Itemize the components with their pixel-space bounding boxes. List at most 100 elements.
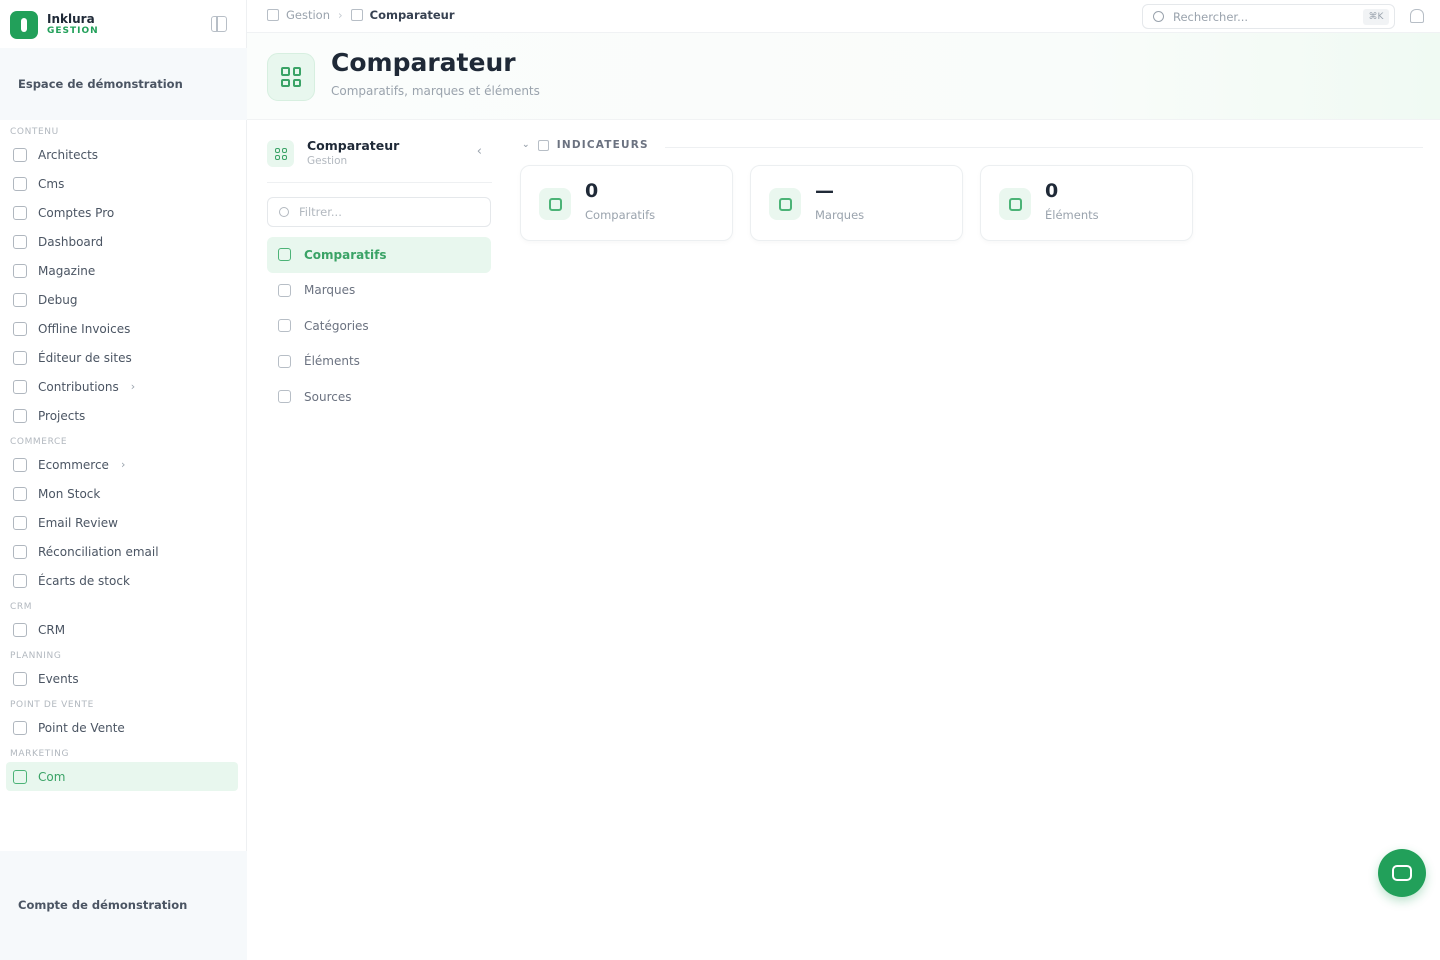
module-subtitle: Gestion bbox=[307, 155, 348, 167]
module-nav-label: Sources bbox=[304, 389, 352, 404]
sidebar-section-title: POINT DE VENTE bbox=[10, 700, 94, 710]
search-placeholder: Rechercher... bbox=[1173, 9, 1249, 24]
sidebar-item[interactable]: Contributions › bbox=[0, 372, 247, 401]
sidebar-item[interactable]: Offline Invoices bbox=[0, 314, 247, 343]
module-nav-item[interactable]: Sources bbox=[267, 379, 491, 415]
cart-icon bbox=[13, 457, 27, 472]
chevron-down-icon: ⌄ bbox=[522, 140, 531, 150]
chevron-left-icon[interactable]: ‹ bbox=[477, 144, 482, 159]
cart-icon bbox=[13, 544, 27, 559]
sidebar-item-label: Contributions bbox=[38, 379, 119, 394]
brand-subtitle: GESTION bbox=[47, 26, 99, 36]
breadcrumb-item-current: Comparateur bbox=[369, 8, 455, 22]
brand-text: Inklura GESTION bbox=[47, 13, 99, 37]
user-icon bbox=[13, 622, 27, 637]
sidebar-item-label: Email Review bbox=[38, 515, 118, 530]
grid-icon bbox=[278, 248, 291, 262]
module-nav-label: Marques bbox=[304, 283, 356, 298]
sidebar-item[interactable]: Projects bbox=[0, 401, 247, 430]
external-link-icon bbox=[278, 390, 291, 404]
sidebar-item[interactable]: Email Review bbox=[0, 508, 247, 537]
building-icon bbox=[769, 188, 801, 220]
sidebar-item[interactable]: Écarts de stock bbox=[0, 566, 247, 595]
breadcrumb-item-gestion[interactable]: Gestion bbox=[286, 8, 330, 22]
sidebar-item[interactable]: CRM bbox=[0, 615, 247, 644]
module-nav-item[interactable]: Éléments bbox=[267, 344, 491, 380]
sidebar-item[interactable]: Com bbox=[6, 762, 238, 791]
sidebar-item[interactable]: Éditeur de sites bbox=[0, 343, 247, 372]
module-panel: Comparateur Gestion ‹ Filtrer... Compara… bbox=[247, 120, 512, 960]
home-icon bbox=[267, 9, 279, 21]
sidebar-collapse-icon[interactable] bbox=[211, 16, 227, 32]
sidebar-item[interactable]: Magazine bbox=[0, 256, 247, 285]
sidebar-section-title: PLANNING bbox=[10, 651, 62, 661]
chevron-right-icon: › bbox=[120, 458, 126, 471]
grid-icon bbox=[539, 188, 571, 220]
sidebar-item[interactable]: Comptes Pro bbox=[0, 198, 247, 227]
page-title: Comparateur bbox=[331, 48, 516, 77]
module-nav-item[interactable]: Comparatifs bbox=[267, 237, 491, 273]
sidebar-item[interactable]: Réconciliation email bbox=[0, 537, 247, 566]
module-nav-item[interactable]: Marques bbox=[267, 273, 491, 309]
file-icon bbox=[13, 205, 27, 220]
filter-input[interactable]: Filtrer... bbox=[267, 197, 491, 227]
list-icon bbox=[537, 139, 549, 151]
sidebar-item[interactable]: Events bbox=[0, 664, 247, 693]
sidebar: Inklura GESTION Espace de démonstration … bbox=[0, 0, 247, 960]
global-search[interactable]: Rechercher... ⌘K bbox=[1142, 4, 1395, 29]
terminal-icon bbox=[13, 350, 27, 365]
sidebar-item-label: Offline Invoices bbox=[38, 321, 131, 336]
stat-value: — bbox=[815, 180, 834, 202]
chat-button[interactable] bbox=[1378, 849, 1426, 897]
sidebar-section-title: MARKETING bbox=[10, 749, 70, 759]
building-icon bbox=[278, 283, 291, 297]
list-icon bbox=[999, 188, 1031, 220]
module-nav-label: Catégories bbox=[304, 318, 369, 333]
chevron-right-icon: › bbox=[130, 380, 136, 393]
sidebar-item-label: Cms bbox=[38, 176, 65, 191]
sidebar-item-label: Com bbox=[38, 769, 66, 784]
sidebar-item-label: Réconciliation email bbox=[38, 544, 159, 559]
sidebar-item-label: CRM bbox=[38, 622, 66, 637]
page-header: Comparateur Comparatifs, marques et élém… bbox=[247, 33, 1440, 120]
brand-name: Inklura bbox=[47, 12, 95, 26]
module-title: Comparateur bbox=[307, 138, 400, 153]
sidebar-nav: CONTENU Architects Cms Comptes Pro Dashboard… bbox=[0, 120, 247, 791]
brand[interactable]: Inklura GESTION bbox=[10, 10, 99, 40]
sidebar-item-label: Comptes Pro bbox=[38, 205, 115, 220]
sidebar-item[interactable]: Dashboard bbox=[0, 227, 247, 256]
workspace-switcher[interactable]: Espace de démonstration bbox=[0, 48, 247, 120]
grid-icon bbox=[267, 140, 294, 167]
module-nav-label: Éléments bbox=[304, 354, 360, 369]
module-nav: Comparatifs Marques Catégories Éléments Sour… bbox=[267, 237, 491, 415]
sidebar-item-label: Mon Stock bbox=[38, 486, 101, 501]
calendar-icon bbox=[13, 671, 27, 686]
list-icon bbox=[278, 354, 291, 368]
chat-icon bbox=[1392, 865, 1412, 881]
search-icon bbox=[1153, 11, 1164, 22]
sidebar-item[interactable]: Cms bbox=[0, 169, 247, 198]
module-nav-item[interactable]: Catégories bbox=[267, 308, 491, 344]
search-shortcut: ⌘K bbox=[1363, 9, 1389, 25]
sidebar-item[interactable]: Architects bbox=[0, 140, 247, 169]
stat-label: Éléments bbox=[1045, 208, 1099, 222]
sidebar-item[interactable]: Ecommerce › bbox=[0, 450, 247, 479]
bell-icon[interactable] bbox=[1410, 9, 1424, 23]
sidebar-item[interactable]: Debug bbox=[0, 285, 247, 314]
sidebar-item-label: Point de Vente bbox=[38, 720, 125, 735]
stat-label: Marques bbox=[815, 208, 865, 222]
account-switcher[interactable]: Compte de démonstration bbox=[0, 851, 247, 960]
sidebar-section-title: CRM bbox=[10, 602, 33, 612]
sidebar-item-label: Ecommerce bbox=[38, 457, 109, 472]
cart-icon bbox=[13, 486, 27, 501]
section-divider bbox=[665, 147, 1423, 148]
sidebar-item-label: Éditeur de sites bbox=[38, 350, 132, 365]
sidebar-item-label: Projects bbox=[38, 408, 86, 423]
sidebar-section-title: COMMERCE bbox=[10, 437, 68, 447]
grid-icon bbox=[350, 9, 363, 21]
sidebar-item-label: Events bbox=[38, 671, 79, 686]
sidebar-item[interactable]: Mon Stock bbox=[0, 479, 247, 508]
book-icon bbox=[13, 263, 27, 278]
section-indicateurs[interactable]: ⌄ INDICATEURS bbox=[522, 139, 649, 151]
sidebar-item[interactable]: Point de Vente bbox=[0, 713, 247, 742]
